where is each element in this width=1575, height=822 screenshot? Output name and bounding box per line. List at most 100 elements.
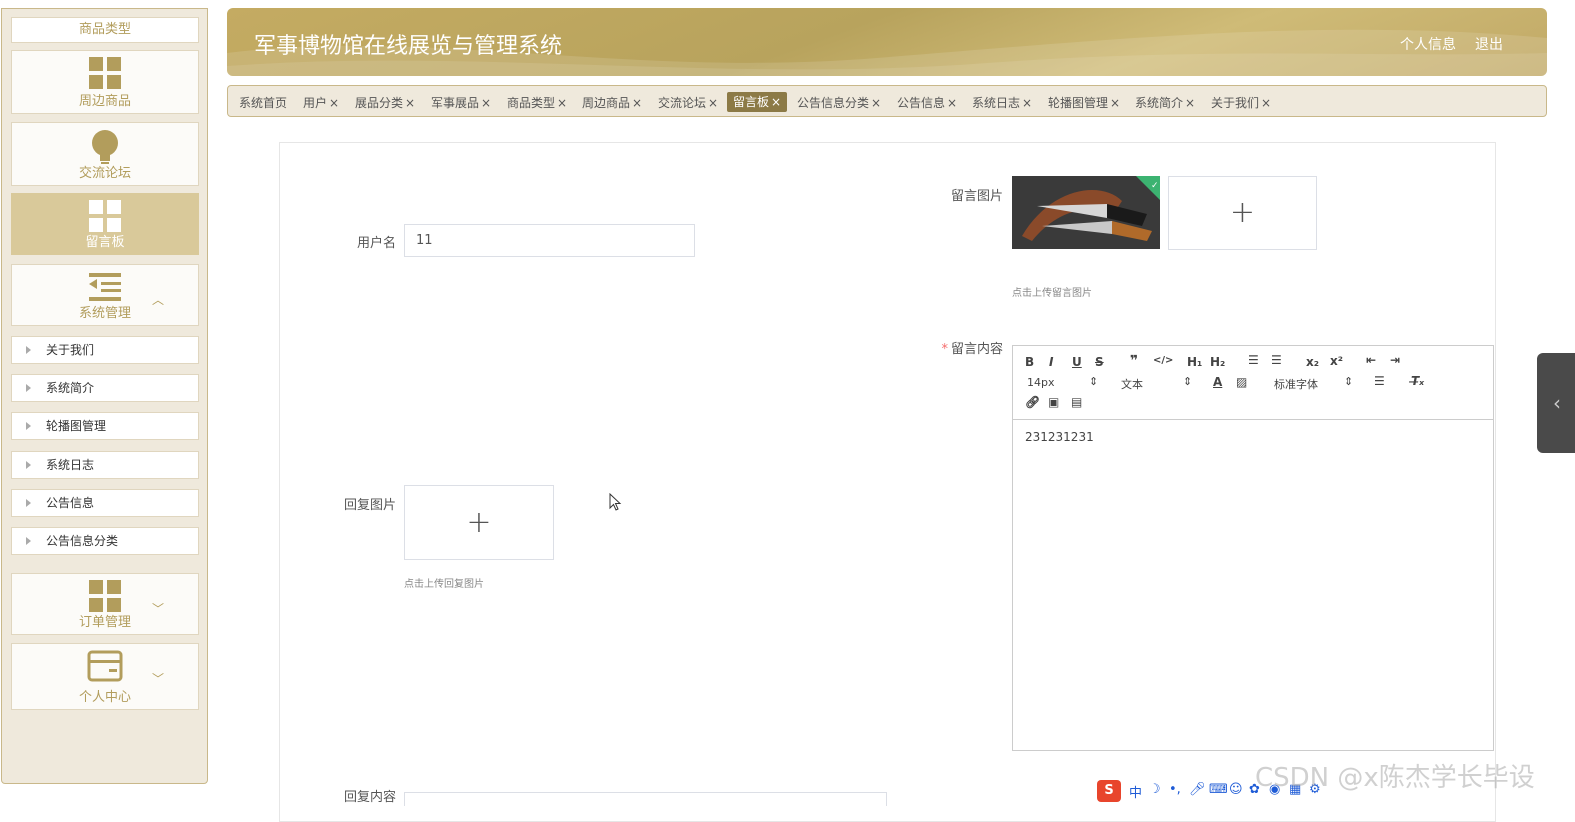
image-icon[interactable]: ▣	[1048, 395, 1059, 409]
tab-military-exhibits[interactable]: 军事展品 ×	[431, 93, 491, 113]
tab-peripheral-goods[interactable]: 周边商品 ×	[582, 93, 642, 113]
subscript-icon[interactable]: x₂	[1306, 355, 1319, 369]
font-size-select[interactable]: 14px	[1027, 376, 1055, 389]
underline-icon[interactable]: U	[1072, 355, 1082, 369]
format-select[interactable]: 文本	[1121, 376, 1143, 392]
chevron-down-icon: ﹀	[151, 672, 164, 686]
blockquote-icon[interactable]: ❞	[1130, 353, 1138, 369]
sidebar-item-product-type[interactable]: 商品类型	[11, 17, 199, 43]
logout-link[interactable]: 退出	[1475, 34, 1503, 54]
close-icon[interactable]: ×	[1261, 96, 1271, 110]
close-icon[interactable]: ×	[771, 95, 781, 109]
moon-icon: ☽	[1149, 782, 1161, 797]
knife-image: ✓	[1012, 176, 1160, 249]
close-icon[interactable]: ×	[405, 96, 415, 110]
tab-carousel[interactable]: 轮播图管理 ×	[1048, 93, 1120, 113]
heading1-icon[interactable]: H₁	[1187, 355, 1202, 369]
username-label: 用户名	[356, 236, 396, 251]
editor-content[interactable]: 231231231	[1025, 430, 1094, 444]
close-icon[interactable]: ×	[708, 96, 718, 110]
sidebar-subitem-carousel[interactable]: 轮播图管理	[11, 412, 199, 440]
side-collapse-handle[interactable]: ‹	[1537, 353, 1575, 453]
sidebar-item-message-board[interactable]: 留言板	[11, 193, 199, 255]
caret-right-icon	[26, 384, 31, 392]
close-icon[interactable]: ×	[557, 96, 567, 110]
close-icon[interactable]: ×	[329, 96, 339, 110]
username-input[interactable]: 11	[404, 224, 695, 257]
grid-icon	[89, 57, 121, 89]
reply-image-label: 回复图片	[343, 498, 396, 513]
tab-product-type[interactable]: 商品类型 ×	[507, 93, 567, 113]
sidebar-item-system-management[interactable]: ︿ 系统管理	[11, 264, 199, 326]
close-icon[interactable]: ×	[632, 96, 642, 110]
user-icon: ☺	[1229, 782, 1243, 797]
chevron-updown-icon: ⇕	[1183, 375, 1193, 388]
background-color-icon[interactable]: ▨	[1236, 375, 1247, 389]
message-content-label: * 留言内容	[941, 342, 1003, 357]
chevron-updown-icon: ⇕	[1344, 375, 1354, 388]
link-icon[interactable]: 🔗︎	[1025, 395, 1040, 409]
sidebar: 商品类型 周边商品 交流论坛 留言板 ︿ 系统管理 关于我们 系统简介 轮播图管…	[1, 8, 208, 784]
tab-message-board[interactable]: 留言板 ×	[727, 92, 788, 112]
tab-forum[interactable]: 交流论坛 ×	[658, 93, 718, 113]
sidebar-subitem-notice-category[interactable]: 公告信息分类	[11, 527, 199, 555]
tab-about[interactable]: 关于我们 ×	[1211, 93, 1271, 113]
plus-icon: +	[1229, 195, 1256, 230]
sogou-icon: S	[1097, 780, 1121, 802]
app-title: 军事博物馆在线展览与管理系统	[254, 34, 563, 59]
tab-home[interactable]: 系统首页	[239, 93, 287, 113]
font-color-icon[interactable]: A	[1213, 375, 1222, 389]
sidebar-item-label: 个人中心	[78, 690, 131, 705]
caret-right-icon	[26, 499, 31, 507]
tab-system-log[interactable]: 系统日志 ×	[972, 93, 1032, 113]
bullet-list-icon[interactable]: ☰	[1271, 353, 1282, 367]
close-icon[interactable]: ×	[1185, 96, 1195, 110]
sidebar-item-label: 系统管理	[78, 306, 131, 321]
heading2-icon[interactable]: H₂	[1210, 355, 1225, 369]
tab-system-intro[interactable]: 系统简介 ×	[1135, 93, 1195, 113]
ordered-list-icon[interactable]: ☰	[1248, 353, 1259, 367]
tab-exhibit-category[interactable]: 展品分类 ×	[355, 93, 415, 113]
bold-icon[interactable]: B	[1025, 355, 1034, 369]
close-icon[interactable]: ×	[871, 96, 881, 110]
tab-bar: 系统首页 用户 × 展品分类 × 军事展品 × 商品类型 × 周边商品 × 交流论坛 × 留…	[227, 85, 1547, 117]
clear-format-icon[interactable]: T̶ₓ	[1411, 374, 1424, 388]
sidebar-item-peripheral-goods[interactable]: 周边商品	[11, 50, 199, 114]
message-image-thumbnail[interactable]: ✓	[1012, 176, 1160, 249]
message-image-hint: 点击上传留言图片	[1012, 288, 1092, 299]
message-image-upload-button[interactable]: +	[1168, 176, 1317, 250]
font-family-select[interactable]: 标准字体	[1274, 376, 1318, 392]
app-header: 军事博物馆在线展览与管理系统 个人信息 退出	[227, 8, 1547, 76]
profile-link[interactable]: 个人信息	[1400, 34, 1456, 54]
close-icon[interactable]: ×	[1022, 96, 1032, 110]
italic-icon[interactable]: I	[1049, 355, 1053, 369]
close-icon[interactable]: ×	[1110, 96, 1120, 110]
superscript-icon[interactable]: x²	[1330, 354, 1343, 368]
strike-icon[interactable]: S	[1095, 355, 1104, 369]
sidebar-item-personal-center[interactable]: ﹀ 个人中心	[11, 643, 199, 710]
sidebar-subitem-about[interactable]: 关于我们	[11, 336, 199, 364]
tab-user[interactable]: 用户 ×	[303, 93, 339, 113]
watermark: CSDN @x陈杰学长毕设	[1255, 763, 1535, 793]
tab-notice-category[interactable]: 公告信息分类 ×	[797, 93, 881, 113]
punctuation-icon: •,	[1169, 782, 1181, 797]
sidebar-item-forum[interactable]: 交流论坛	[11, 122, 199, 186]
sidebar-subitem-intro[interactable]: 系统简介	[11, 374, 199, 402]
sidebar-subitem-notice[interactable]: 公告信息	[11, 489, 199, 517]
editor-toolbar: B I U S ❞ </> H₁ H₂ ☰ ☰ x₂ x² ⇤ ⇥ 14px ⇕…	[1013, 346, 1493, 420]
indent-icon[interactable]: ⇥	[1390, 353, 1400, 367]
video-icon[interactable]: ▤	[1071, 395, 1082, 409]
grid-icon	[89, 200, 121, 232]
close-icon[interactable]: ×	[947, 96, 957, 110]
reply-content-input[interactable]	[404, 792, 887, 806]
reply-content-label: 回复内容	[343, 790, 396, 805]
keyboard-icon: ⌨	[1209, 782, 1228, 797]
tab-notice[interactable]: 公告信息 ×	[897, 93, 957, 113]
sidebar-subitem-log[interactable]: 系统日志	[11, 451, 199, 479]
outdent-icon[interactable]: ⇤	[1366, 353, 1376, 367]
code-icon[interactable]: </>	[1153, 355, 1173, 366]
reply-image-upload-button[interactable]: +	[404, 485, 554, 560]
close-icon[interactable]: ×	[481, 96, 491, 110]
align-icon[interactable]: ☰	[1374, 374, 1385, 388]
sidebar-item-orders[interactable]: ﹀ 订单管理	[11, 573, 199, 635]
